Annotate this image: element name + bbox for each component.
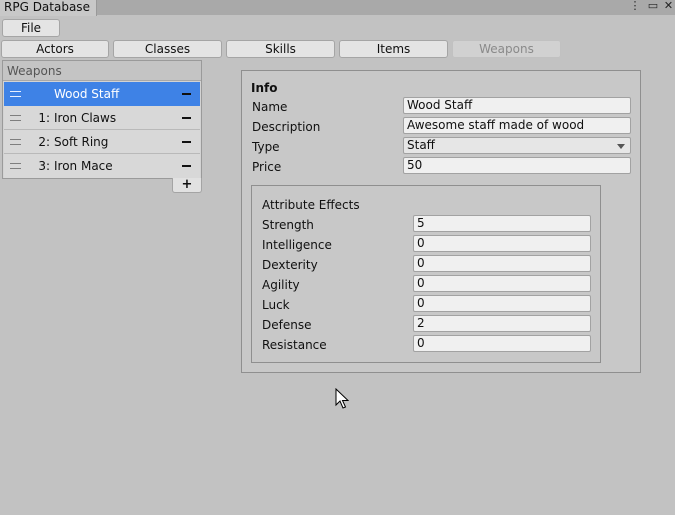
window-title-bar <box>0 0 675 15</box>
strength-field[interactable]: 5 <box>413 215 591 232</box>
intelligence-field[interactable]: 0 <box>413 235 591 252</box>
more-options-icon[interactable]: ⋮ <box>629 0 641 14</box>
drag-handle-icon[interactable] <box>10 163 21 169</box>
weapons-list: Weapons Wood Staff 1: Iron Claws 2: Soft… <box>2 60 202 179</box>
drag-handle-icon[interactable] <box>10 115 21 121</box>
resistance-field[interactable]: 0 <box>413 335 591 352</box>
file-menu-button[interactable]: File <box>2 19 60 37</box>
list-item-name: Iron Claws <box>54 111 117 125</box>
description-field[interactable]: Awesome staff made of wood <box>403 117 631 134</box>
drag-handle-icon[interactable] <box>10 91 21 97</box>
chevron-down-icon <box>617 144 625 149</box>
agility-label: Agility <box>262 278 300 292</box>
drag-handle-icon[interactable] <box>10 139 21 145</box>
price-field[interactable]: 50 <box>403 157 631 174</box>
info-title: Info <box>251 81 278 95</box>
tab-classes[interactable]: Classes <box>113 40 222 58</box>
name-label: Name <box>252 100 288 114</box>
agility-field[interactable]: 0 <box>413 275 591 292</box>
strength-label: Strength <box>262 218 314 232</box>
dexterity-label: Dexterity <box>262 258 318 272</box>
maximize-icon[interactable]: ▭ <box>646 0 660 14</box>
type-dropdown-value: Staff <box>407 138 435 152</box>
remove-item-icon[interactable] <box>182 141 191 143</box>
list-item-index: 2: <box>38 135 50 149</box>
defense-field[interactable]: 2 <box>413 315 591 332</box>
list-item-index: 1: <box>38 111 50 125</box>
dexterity-field[interactable]: 0 <box>413 255 591 272</box>
list-item[interactable]: 2: Soft Ring <box>4 130 200 154</box>
defense-label: Defense <box>262 318 312 332</box>
mouse-cursor-icon <box>335 388 349 409</box>
type-dropdown[interactable]: Staff <box>403 137 631 154</box>
list-item-name: Soft Ring <box>54 135 109 149</box>
luck-label: Luck <box>262 298 290 312</box>
remove-item-icon[interactable] <box>182 117 191 119</box>
price-label: Price <box>252 160 282 174</box>
list-header: Weapons <box>3 61 201 81</box>
luck-field[interactable]: 0 <box>413 295 591 312</box>
name-field[interactable]: Wood Staff <box>403 97 631 114</box>
list-item[interactable]: 1: Iron Claws <box>4 106 200 130</box>
list-item-index: 3: <box>38 159 50 173</box>
list-item[interactable]: Wood Staff <box>4 82 200 106</box>
resistance-label: Resistance <box>262 338 327 352</box>
add-item-button[interactable]: + <box>172 178 202 193</box>
tab-skills[interactable]: Skills <box>226 40 335 58</box>
list-item-name: Iron Mace <box>54 159 113 173</box>
close-icon[interactable]: ✕ <box>662 0 675 14</box>
list-item-name: Wood Staff <box>54 87 120 101</box>
tab-weapons: Weapons <box>452 40 561 58</box>
tab-items[interactable]: Items <box>339 40 448 58</box>
type-label: Type <box>252 140 280 154</box>
window-tab[interactable]: RPG Database <box>0 0 97 16</box>
list-item[interactable]: 3: Iron Mace <box>4 154 200 178</box>
remove-item-icon[interactable] <box>182 93 191 95</box>
attribute-effects-title: Attribute Effects <box>262 198 360 212</box>
tab-actors[interactable]: Actors <box>1 40 109 58</box>
remove-item-icon[interactable] <box>182 165 191 167</box>
description-label: Description <box>252 120 321 134</box>
intelligence-label: Intelligence <box>262 238 332 252</box>
